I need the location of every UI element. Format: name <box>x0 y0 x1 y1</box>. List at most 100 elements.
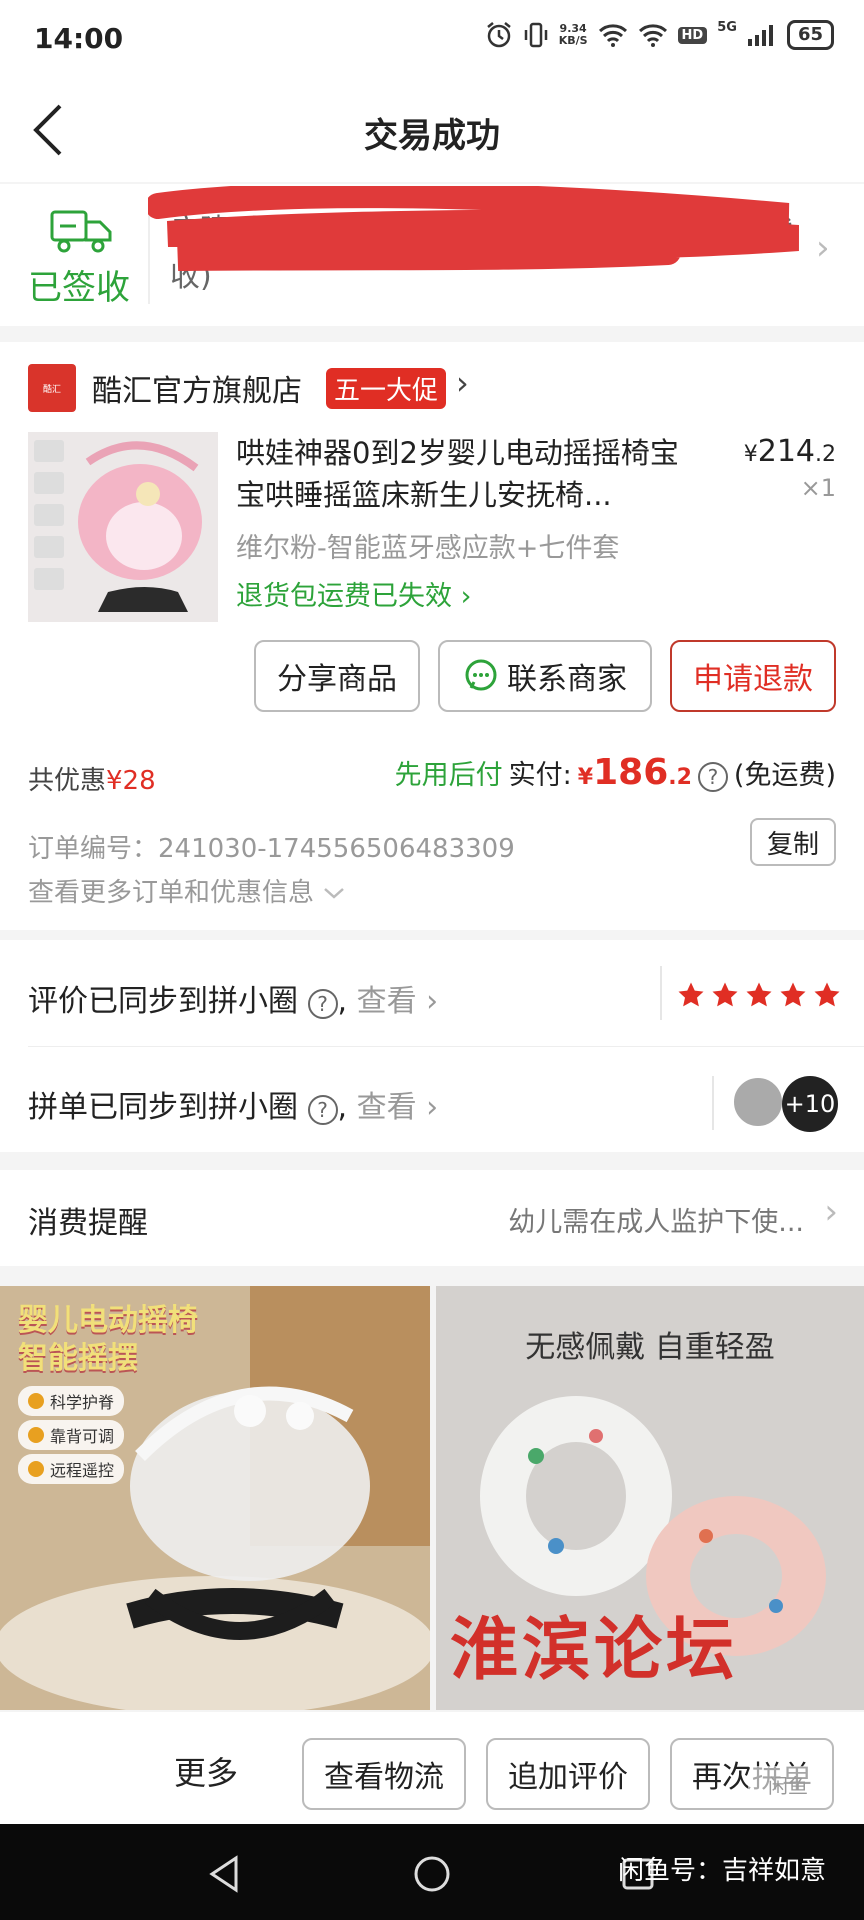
group-sync-text: 拼单已同步到拼小圈 <box>28 1090 298 1125</box>
paid-decimal: .2 <box>668 765 692 790</box>
wifi-icon-2 <box>638 24 667 47</box>
row-divider <box>28 1046 864 1047</box>
bottom-action-bar: 更多 查看物流 追加评价 再次拼单 <box>0 1712 864 1824</box>
star-icon <box>712 982 738 1007</box>
nav-back-icon[interactable] <box>206 1854 242 1894</box>
review-sync-help-icon[interactable]: ? <box>307 989 338 1019</box>
contact-merchant-label: 联系商家 <box>507 662 627 697</box>
shop-chevron-right-icon[interactable]: › <box>456 364 469 402</box>
system-navigation-bar: 闲鱼号：吉祥如意 <box>0 1824 864 1920</box>
feature-tag-label: 远程遥控 <box>50 1461 115 1480</box>
redaction-scribble <box>148 186 799 271</box>
status-bar: 14:00 9.34 KB/S HD 5G 65 <box>0 0 864 78</box>
feature-tag-label: 科学护脊 <box>50 1393 115 1412</box>
view-logistics-button[interactable]: 查看物流 <box>302 1738 466 1810</box>
product-price: ¥214.2 <box>744 434 836 469</box>
headguard-promo-title: 无感佩戴 自重轻盈 <box>525 1330 775 1365</box>
avatar[interactable] <box>732 1076 784 1128</box>
wifi-icon <box>598 24 627 47</box>
signal-icon <box>747 25 773 46</box>
page-title: 交易成功 <box>364 116 500 156</box>
group-view-link[interactable]: 查看 <box>357 1090 417 1125</box>
consumer-reminder-row[interactable]: 消费提醒 幼儿需在成人监护下使... › <box>0 1170 864 1266</box>
reminder-label: 消费提醒 <box>28 1206 148 1241</box>
star-icon <box>678 982 704 1007</box>
review-view-link[interactable]: 查看 <box>357 984 417 1019</box>
check-icon <box>28 1427 44 1443</box>
price-decimal: .2 <box>815 442 836 467</box>
discount-value: ¥28 <box>106 766 156 796</box>
network-type: 5G <box>717 20 737 35</box>
delivery-truck-icon <box>50 210 112 253</box>
payment-help-icon[interactable]: ? <box>697 762 728 792</box>
review-sync-row[interactable]: 评价已同步到拼小圈 ?, 查看 › <box>28 976 438 1020</box>
check-icon <box>28 1393 44 1409</box>
product-quantity: ×1 <box>800 474 836 502</box>
paid-amount: ¥186.2 <box>578 752 692 793</box>
forum-watermark: 淮滨论坛 <box>450 1610 739 1690</box>
return-note-chevron-icon: › <box>452 581 472 612</box>
group-divider <box>712 1076 714 1130</box>
battery-indicator: 65 <box>786 20 834 50</box>
alarm-icon <box>486 22 511 48</box>
shop-logo[interactable]: 酷汇 <box>28 364 76 412</box>
total-discount: 共优惠¥28 <box>28 760 156 797</box>
product-image[interactable] <box>28 432 218 622</box>
request-refund-button[interactable]: 申请退款 <box>670 640 836 712</box>
paid-amount-line: 先用后付 实付: ¥186.2 ? (免运费) <box>395 752 836 793</box>
review-chevron-icon: › <box>416 984 439 1019</box>
status-icons: 9.34 KB/S HD 5G 65 <box>485 20 834 50</box>
page-header: 交易成功 <box>0 78 864 182</box>
delivery-status-text: 已签收 <box>28 268 130 308</box>
more-actions-button[interactable]: 更多 <box>174 1748 238 1794</box>
delivery-chevron-right-icon: › <box>816 228 830 268</box>
xianyu-logo: 闲鱼 <box>748 1766 828 1806</box>
promo-badge: 五一大促 <box>326 368 447 409</box>
sync-card: 评价已同步到拼小圈 ?, 查看 › 拼单已同步到拼小圈 ?, 查看 › +10 <box>0 940 864 1152</box>
more-order-info-link[interactable]: 查看更多订单和优惠信息 <box>28 872 346 909</box>
paid-integer: 186 <box>593 752 669 793</box>
pay-later-label: 先用后付 <box>394 760 503 791</box>
product-variant: 维尔粉-智能蓝牙感应款+七件套 <box>236 533 620 564</box>
review-divider <box>660 966 662 1020</box>
hd-badge: HD <box>677 26 708 44</box>
status-time: 14:00 <box>34 22 124 55</box>
rocker-title-line2: 智能摇摆 <box>18 1341 138 1376</box>
rocker-title-line1: 婴儿电动摇椅 <box>18 1303 198 1338</box>
rating-stars <box>676 980 842 1010</box>
net-speed-unit: KB/S <box>558 34 588 47</box>
shop-name[interactable]: 酷汇官方旗舰店 <box>92 366 302 410</box>
more-info-text: 查看更多订单和优惠信息 <box>28 878 315 908</box>
nav-home-icon[interactable] <box>412 1854 452 1894</box>
price-integer: 214 <box>757 434 815 469</box>
copy-order-number-button[interactable]: 复制 <box>750 818 836 866</box>
paid-symbol: ¥ <box>577 765 594 790</box>
share-product-button[interactable]: 分享商品 <box>254 640 420 712</box>
free-shipping-label: (免运费) <box>733 760 836 791</box>
star-icon <box>814 982 840 1007</box>
chevron-down-icon <box>324 888 345 899</box>
star-icon <box>780 982 806 1007</box>
product-title[interactable]: 哄娃神器0到2岁婴儿电动摇摇椅宝宝哄睡摇篮床新生儿安抚椅... <box>236 432 706 520</box>
chat-bubble-icon <box>465 659 497 691</box>
feature-tag: 远程遥控 <box>18 1454 125 1484</box>
discount-label: 共优惠 <box>28 766 107 796</box>
rocker-promo-title: 婴儿电动摇椅 智能摇摆 <box>18 1302 198 1378</box>
group-chevron-icon: › <box>416 1090 439 1125</box>
baby-rocker-image <box>28 432 218 622</box>
xianyu-id-watermark: 闲鱼号：吉祥如意 <box>617 1856 826 1886</box>
review-sync-text: 评价已同步到拼小圈 <box>28 984 298 1019</box>
feature-tag: 靠背可调 <box>18 1420 125 1450</box>
avatar-more-count[interactable]: +10 <box>782 1076 838 1132</box>
recommendation-card-rocker[interactable]: 婴儿电动摇椅 智能摇摆 科学护脊 靠背可调 远程遥控 <box>0 1286 430 1710</box>
return-note-text: 退货包运费已失效 <box>236 581 452 612</box>
paid-label: 实付: <box>508 760 572 791</box>
separator: , <box>337 1090 348 1125</box>
net-speed: 9.34 KB/S <box>559 23 588 47</box>
contact-merchant-button[interactable]: 联系商家 <box>438 640 652 712</box>
return-shipping-note[interactable]: 退货包运费已失效 › <box>236 574 471 613</box>
group-sync-help-icon[interactable]: ? <box>307 1095 338 1125</box>
group-sync-row[interactable]: 拼单已同步到拼小圈 ?, 查看 › <box>28 1082 438 1126</box>
add-review-button[interactable]: 追加评价 <box>486 1738 650 1810</box>
feature-tag-label: 靠背可调 <box>50 1427 115 1446</box>
